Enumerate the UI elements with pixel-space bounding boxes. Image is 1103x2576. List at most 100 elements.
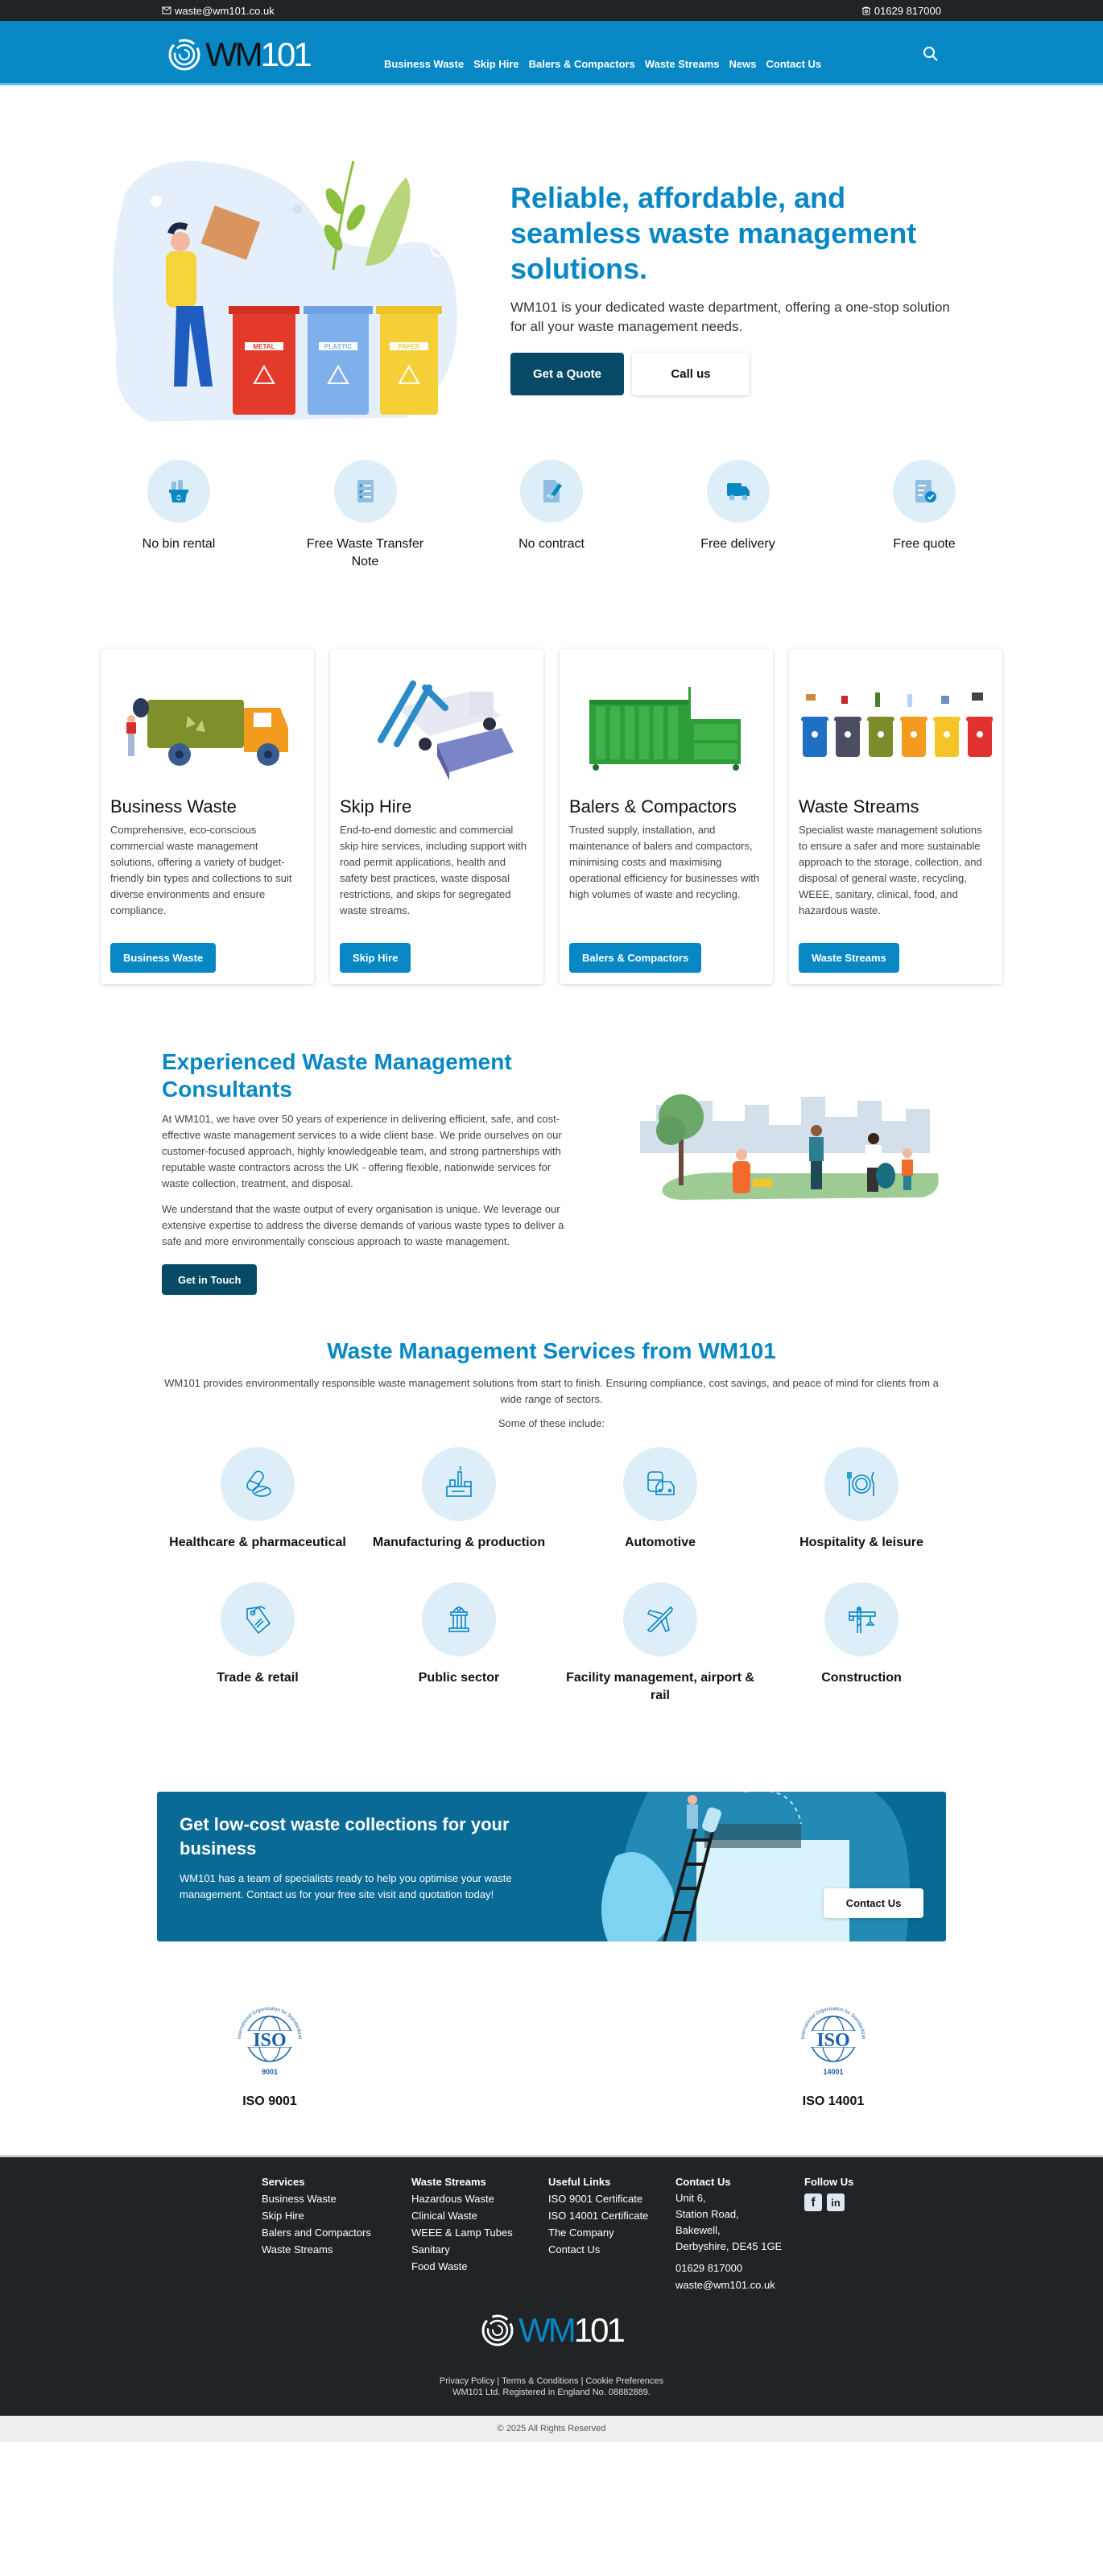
- site-logo[interactable]: WM101: [167, 35, 312, 74]
- iso-logo-icon: ISO International Organization for Stand…: [791, 1999, 865, 2076]
- nav-skip-hire[interactable]: Skip Hire: [473, 58, 518, 70]
- call-us-button[interactable]: Call us: [632, 353, 750, 395]
- price-tag-icon: [246, 1606, 271, 1635]
- terms-link[interactable]: Terms & Conditions: [502, 2376, 578, 2386]
- footer-link[interactable]: Contact Us: [548, 2241, 675, 2258]
- business-waste-button[interactable]: Business Waste: [110, 943, 217, 973]
- feature-label: Free delivery: [700, 537, 775, 551]
- iso-9001: ISO International Organization for Stand…: [213, 1999, 326, 2155]
- quote-check-icon: [915, 480, 936, 502]
- garbage-truck-illustration: [126, 697, 288, 766]
- features-row: No bin rental Free Waste Transfer Note N…: [89, 448, 1014, 649]
- plastic-bin: PLASTIC: [304, 306, 373, 415]
- sector-label: Facility management, airport & rail: [566, 1671, 754, 1702]
- vehicles-icon: [647, 1471, 675, 1495]
- sector-label: Manufacturing & production: [372, 1536, 546, 1549]
- top-bar: waste@wm101.co.uk 01629 817000: [0, 0, 1103, 21]
- topbar-phone-link[interactable]: 01629 817000: [861, 5, 941, 17]
- footer-link[interactable]: WEEE & Lamp Tubes: [411, 2224, 548, 2241]
- footer-heading: Services: [262, 2176, 305, 2188]
- footer-link[interactable]: Food Waste: [411, 2258, 548, 2275]
- cta-banner: Get low-cost waste collections for your …: [157, 1792, 946, 1941]
- copyright-bar: © 2025 All Rights Reserved: [0, 2416, 1103, 2442]
- sector-grid: Healthcare & pharmaceutical Manufacturin…: [157, 1447, 946, 1705]
- factory-icon: [446, 1466, 472, 1497]
- phone-icon: [861, 6, 871, 15]
- footer-link[interactable]: ISO 14001 Certificate: [548, 2207, 675, 2224]
- sector-label: Public sector: [418, 1671, 500, 1685]
- footer-heading: Contact Us: [675, 2176, 731, 2188]
- feature-label: Free quote: [893, 537, 956, 551]
- nav-waste-streams[interactable]: Waste Streams: [645, 58, 720, 70]
- sector-automotive: Automotive: [560, 1447, 761, 1552]
- feature-label: Free Waste Transfer Note: [306, 537, 424, 569]
- sector-label: Construction: [821, 1671, 902, 1685]
- card-text: Comprehensive, eco-conscious commercial …: [110, 824, 292, 916]
- consultants-title: Experienced Waste Management Consultants: [162, 1049, 512, 1102]
- sector-label: Automotive: [625, 1536, 696, 1549]
- company-registration: WM101 Ltd. Registered in England No. 088…: [452, 2388, 651, 2397]
- footer-link[interactable]: Waste Streams: [262, 2241, 411, 2258]
- service-cards: Business Waste Comprehensive, eco-consci…: [89, 649, 1014, 984]
- footer-legal: Privacy Policy | Terms & Conditions | Co…: [0, 2355, 1103, 2416]
- get-in-touch-button[interactable]: Get in Touch: [162, 1264, 258, 1295]
- footer-email[interactable]: waste@wm101.co.uk: [675, 2276, 804, 2293]
- topbar-email-link[interactable]: waste@wm101.co.uk: [162, 5, 275, 17]
- search-icon[interactable]: [922, 45, 940, 63]
- footer-link[interactable]: Clinical Waste: [411, 2207, 548, 2224]
- feature-free-quote: Free quote: [860, 460, 989, 649]
- nav-business-waste[interactable]: Business Waste: [384, 58, 464, 70]
- card-skip-hire: Skip Hire End-to-end domestic and commer…: [330, 649, 543, 984]
- svg-text:PLASTIC: PLASTIC: [324, 343, 352, 350]
- footer-waste-streams: Waste Streams Hazardous Waste Clinical W…: [411, 2173, 548, 2306]
- sector-manufacturing: Manufacturing & production: [358, 1447, 560, 1552]
- iso-14001: ISO International Organization for Stand…: [777, 1999, 890, 2155]
- nav-contact-us[interactable]: Contact Us: [766, 58, 822, 70]
- footer-link[interactable]: Balers and Compactors: [262, 2224, 411, 2241]
- metal-bin: METAL: [229, 306, 300, 415]
- hero-subtitle: WM101 is your dedicated waste department…: [510, 300, 950, 334]
- nav-news[interactable]: News: [729, 58, 757, 70]
- sector-facility-management: Facility management, airport & rail: [560, 1582, 761, 1705]
- footer-link[interactable]: Business Waste: [262, 2190, 411, 2207]
- sector-hospitality: Hospitality & leisure: [761, 1447, 962, 1552]
- feature-label: No contract: [518, 537, 585, 551]
- colored-bins-illustration: [800, 692, 993, 757]
- card-text: Specialist waste management solutions to…: [799, 824, 982, 916]
- sectors-intro: WM101 provides environmentally responsib…: [164, 1377, 939, 1405]
- waste-streams-button[interactable]: Waste Streams: [799, 943, 899, 973]
- contact-us-button[interactable]: Contact Us: [824, 1888, 923, 1918]
- linkedin-icon[interactable]: in: [827, 2194, 845, 2211]
- crane-icon: [849, 1605, 876, 1633]
- sector-trade-retail: Trade & retail: [157, 1582, 358, 1705]
- facebook-icon[interactable]: f: [804, 2194, 822, 2211]
- sectors-some-include: Some of these include:: [498, 1417, 605, 1429]
- sector-label: Healthcare & pharmaceutical: [169, 1536, 346, 1549]
- sectors-section: Waste Management Services from WM101 WM1…: [157, 1338, 946, 1705]
- footer-link[interactable]: The Company: [548, 2224, 675, 2241]
- feature-no-bin-rental: No bin rental: [114, 460, 243, 649]
- footer-logo[interactable]: WM101: [0, 2306, 1103, 2355]
- footer-link[interactable]: Hazardous Waste: [411, 2190, 548, 2207]
- card-waste-streams: Waste Streams Specialist waste managemen…: [789, 649, 1002, 984]
- hero-title: Reliable, affordable, and seamless waste…: [510, 181, 917, 285]
- logo-wordmark: WM101: [518, 2311, 626, 2349]
- svg-text:PAPER: PAPER: [399, 343, 420, 350]
- footer-link[interactable]: ISO 9001 Certificate: [548, 2190, 675, 2207]
- cookie-preferences-link[interactable]: Cookie Preferences: [586, 2376, 664, 2386]
- footer-link[interactable]: Skip Hire: [262, 2207, 411, 2224]
- card-title: Skip Hire: [340, 796, 412, 817]
- footer-link[interactable]: Sanitary: [411, 2241, 548, 2258]
- privacy-policy-link[interactable]: Privacy Policy: [440, 2376, 494, 2386]
- paper-bin: PAPER: [376, 306, 442, 415]
- balers-compactors-button[interactable]: Balers & Compactors: [569, 943, 702, 973]
- nav-balers-compactors[interactable]: Balers & Compactors: [529, 58, 635, 70]
- plate-cutlery-icon: [847, 1471, 874, 1496]
- footer-heading: Useful Links: [548, 2176, 611, 2188]
- get-a-quote-button[interactable]: Get a Quote: [510, 353, 625, 395]
- footer-phone[interactable]: 01629 817000: [675, 2260, 804, 2276]
- site-footer: Services Business Waste Skip Hire Balers…: [0, 2155, 1103, 2416]
- skip-hire-button[interactable]: Skip Hire: [340, 943, 411, 973]
- footer-heading: Waste Streams: [411, 2176, 486, 2188]
- svg-text:ISO: ISO: [816, 2030, 849, 2051]
